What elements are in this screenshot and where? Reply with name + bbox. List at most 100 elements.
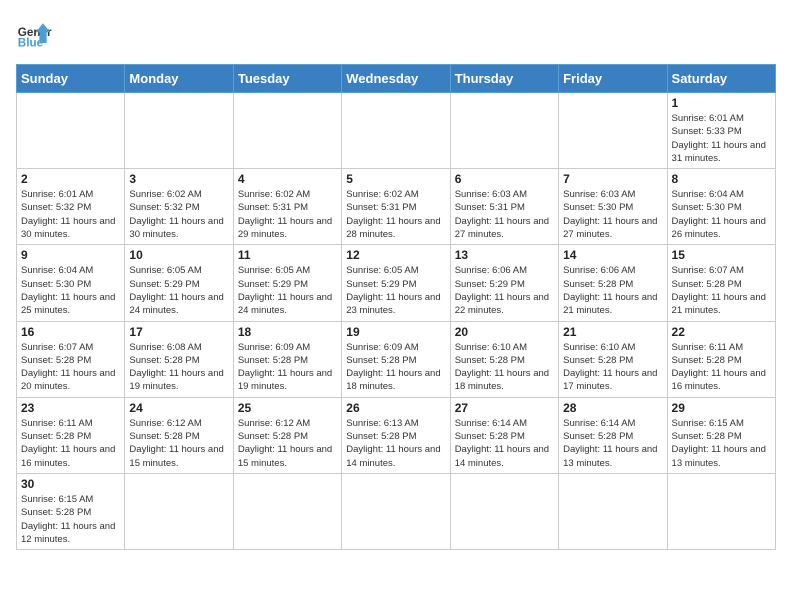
- calendar-cell: [125, 93, 233, 169]
- calendar-cell: 29 Sunrise: 6:15 AM Sunset: 5:28 PM Dayli…: [667, 397, 775, 473]
- day-info: Sunrise: 6:14 AM Sunset: 5:28 PM Dayligh…: [455, 417, 554, 470]
- day-info: Sunrise: 6:15 AM Sunset: 5:28 PM Dayligh…: [672, 417, 771, 470]
- day-number: 15: [672, 248, 771, 262]
- calendar-cell: 24 Sunrise: 6:12 AM Sunset: 5:28 PM Dayli…: [125, 397, 233, 473]
- calendar-cell: 1 Sunrise: 6:01 AM Sunset: 5:33 PM Daylig…: [667, 93, 775, 169]
- calendar-week-row: 30 Sunrise: 6:15 AM Sunset: 5:28 PM Dayli…: [17, 473, 776, 549]
- day-info: Sunrise: 6:14 AM Sunset: 5:28 PM Dayligh…: [563, 417, 662, 470]
- weekday-header-row: SundayMondayTuesdayWednesdayThursdayFrid…: [17, 65, 776, 93]
- calendar-cell: [559, 93, 667, 169]
- day-number: 25: [238, 401, 337, 415]
- day-info: Sunrise: 6:13 AM Sunset: 5:28 PM Dayligh…: [346, 417, 445, 470]
- day-info: Sunrise: 6:04 AM Sunset: 5:30 PM Dayligh…: [21, 264, 120, 317]
- day-number: 21: [563, 325, 662, 339]
- day-number: 29: [672, 401, 771, 415]
- weekday-header: Monday: [125, 65, 233, 93]
- day-info: Sunrise: 6:02 AM Sunset: 5:31 PM Dayligh…: [346, 188, 445, 241]
- calendar-week-row: 23 Sunrise: 6:11 AM Sunset: 5:28 PM Dayli…: [17, 397, 776, 473]
- calendar-week-row: 2 Sunrise: 6:01 AM Sunset: 5:32 PM Daylig…: [17, 169, 776, 245]
- day-number: 11: [238, 248, 337, 262]
- day-info: Sunrise: 6:01 AM Sunset: 5:33 PM Dayligh…: [672, 112, 771, 165]
- calendar-cell: 16Sunrise: 6:07 AM Sunset: 5:28 PM Dayli…: [17, 321, 125, 397]
- day-number: 23: [21, 401, 120, 415]
- calendar-cell: 13 Sunrise: 6:06 AM Sunset: 5:29 PM Dayli…: [450, 245, 558, 321]
- day-info: Sunrise: 6:05 AM Sunset: 5:29 PM Dayligh…: [346, 264, 445, 317]
- calendar-cell: [17, 93, 125, 169]
- day-info: Sunrise: 6:15 AM Sunset: 5:28 PM Dayligh…: [21, 493, 120, 546]
- day-info: Sunrise: 6:01 AM Sunset: 5:32 PM Dayligh…: [21, 188, 120, 241]
- day-number: 10: [129, 248, 228, 262]
- day-info: Sunrise: 6:03 AM Sunset: 5:31 PM Dayligh…: [455, 188, 554, 241]
- calendar-cell: 5 Sunrise: 6:02 AM Sunset: 5:31 PM Daylig…: [342, 169, 450, 245]
- logo-icon: General Blue: [16, 16, 52, 52]
- day-number: 3: [129, 172, 228, 186]
- day-info: Sunrise: 6:02 AM Sunset: 5:31 PM Dayligh…: [238, 188, 337, 241]
- day-info: Sunrise: 6:11 AM Sunset: 5:28 PM Dayligh…: [21, 417, 120, 470]
- calendar-cell: [342, 473, 450, 549]
- day-info: Sunrise: 6:05 AM Sunset: 5:29 PM Dayligh…: [129, 264, 228, 317]
- calendar-cell: [125, 473, 233, 549]
- day-number: 20: [455, 325, 554, 339]
- day-info: Sunrise: 6:09 AM Sunset: 5:28 PM Dayligh…: [238, 341, 337, 394]
- day-number: 27: [455, 401, 554, 415]
- day-number: 18: [238, 325, 337, 339]
- calendar-cell: 17Sunrise: 6:08 AM Sunset: 5:28 PM Dayli…: [125, 321, 233, 397]
- calendar-cell: 19 Sunrise: 6:09 AM Sunset: 5:28 PM Dayli…: [342, 321, 450, 397]
- day-info: Sunrise: 6:10 AM Sunset: 5:28 PM Dayligh…: [563, 341, 662, 394]
- day-number: 2: [21, 172, 120, 186]
- calendar-cell: [233, 473, 341, 549]
- calendar-week-row: 1 Sunrise: 6:01 AM Sunset: 5:33 PM Daylig…: [17, 93, 776, 169]
- day-number: 30: [21, 477, 120, 491]
- day-number: 4: [238, 172, 337, 186]
- day-info: Sunrise: 6:06 AM Sunset: 5:28 PM Dayligh…: [563, 264, 662, 317]
- day-number: 14: [563, 248, 662, 262]
- day-number: 19: [346, 325, 445, 339]
- day-number: 5: [346, 172, 445, 186]
- calendar-cell: 18 Sunrise: 6:09 AM Sunset: 5:28 PM Dayli…: [233, 321, 341, 397]
- day-info: Sunrise: 6:12 AM Sunset: 5:28 PM Dayligh…: [129, 417, 228, 470]
- calendar-cell: 14 Sunrise: 6:06 AM Sunset: 5:28 PM Dayli…: [559, 245, 667, 321]
- calendar-cell: [667, 473, 775, 549]
- calendar-cell: 28 Sunrise: 6:14 AM Sunset: 5:28 PM Dayli…: [559, 397, 667, 473]
- day-number: 8: [672, 172, 771, 186]
- page-header: General Blue: [16, 16, 776, 52]
- day-number: 26: [346, 401, 445, 415]
- calendar-cell: 26 Sunrise: 6:13 AM Sunset: 5:28 PM Dayli…: [342, 397, 450, 473]
- day-info: Sunrise: 6:06 AM Sunset: 5:29 PM Dayligh…: [455, 264, 554, 317]
- day-number: 1: [672, 96, 771, 110]
- calendar-cell: 10 Sunrise: 6:05 AM Sunset: 5:29 PM Dayli…: [125, 245, 233, 321]
- weekday-header: Sunday: [17, 65, 125, 93]
- day-info: Sunrise: 6:11 AM Sunset: 5:28 PM Dayligh…: [672, 341, 771, 394]
- day-number: 7: [563, 172, 662, 186]
- calendar-cell: 25 Sunrise: 6:12 AM Sunset: 5:28 PM Dayli…: [233, 397, 341, 473]
- calendar-cell: [450, 473, 558, 549]
- day-info: Sunrise: 6:07 AM Sunset: 5:28 PM Dayligh…: [672, 264, 771, 317]
- calendar-cell: 9Sunrise: 6:04 AM Sunset: 5:30 PM Daylig…: [17, 245, 125, 321]
- weekday-header: Thursday: [450, 65, 558, 93]
- day-info: Sunrise: 6:12 AM Sunset: 5:28 PM Dayligh…: [238, 417, 337, 470]
- weekday-header: Saturday: [667, 65, 775, 93]
- day-info: Sunrise: 6:03 AM Sunset: 5:30 PM Dayligh…: [563, 188, 662, 241]
- day-number: 13: [455, 248, 554, 262]
- day-number: 16: [21, 325, 120, 339]
- weekday-header: Wednesday: [342, 65, 450, 93]
- day-number: 6: [455, 172, 554, 186]
- calendar-week-row: 9Sunrise: 6:04 AM Sunset: 5:30 PM Daylig…: [17, 245, 776, 321]
- calendar-cell: 4 Sunrise: 6:02 AM Sunset: 5:31 PM Daylig…: [233, 169, 341, 245]
- calendar-cell: 6 Sunrise: 6:03 AM Sunset: 5:31 PM Daylig…: [450, 169, 558, 245]
- calendar-cell: 2 Sunrise: 6:01 AM Sunset: 5:32 PM Daylig…: [17, 169, 125, 245]
- day-number: 28: [563, 401, 662, 415]
- calendar-cell: [450, 93, 558, 169]
- calendar-cell: 30 Sunrise: 6:15 AM Sunset: 5:28 PM Dayli…: [17, 473, 125, 549]
- calendar-cell: 8Sunrise: 6:04 AM Sunset: 5:30 PM Daylig…: [667, 169, 775, 245]
- calendar-cell: 15 Sunrise: 6:07 AM Sunset: 5:28 PM Dayli…: [667, 245, 775, 321]
- weekday-header: Tuesday: [233, 65, 341, 93]
- logo: General Blue: [16, 16, 52, 52]
- day-info: Sunrise: 6:09 AM Sunset: 5:28 PM Dayligh…: [346, 341, 445, 394]
- day-number: 22: [672, 325, 771, 339]
- day-number: 24: [129, 401, 228, 415]
- calendar-week-row: 16Sunrise: 6:07 AM Sunset: 5:28 PM Dayli…: [17, 321, 776, 397]
- day-info: Sunrise: 6:05 AM Sunset: 5:29 PM Dayligh…: [238, 264, 337, 317]
- day-number: 17: [129, 325, 228, 339]
- calendar-cell: 21 Sunrise: 6:10 AM Sunset: 5:28 PM Dayli…: [559, 321, 667, 397]
